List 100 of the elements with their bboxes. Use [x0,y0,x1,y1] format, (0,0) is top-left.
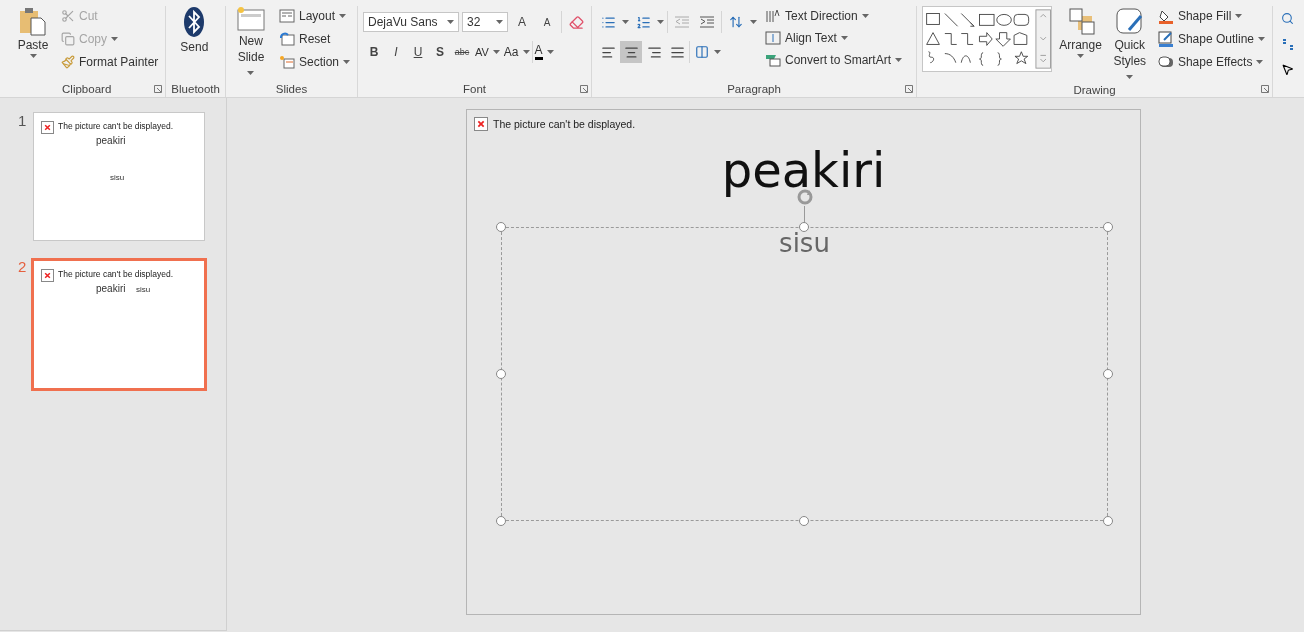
replace-icon[interactable] [1281,37,1295,51]
caret-icon [447,20,454,24]
caret-icon [1258,37,1265,41]
resize-handle[interactable] [1103,369,1113,379]
caret-icon [546,50,554,54]
convert-smartart-button[interactable]: Convert to SmartArt [763,50,905,70]
resize-handle[interactable] [799,222,809,232]
caret-icon [111,37,118,41]
broken-picture-icon [474,117,488,131]
smartart-icon [765,53,781,67]
layout-button[interactable]: Layout [276,6,352,26]
caret-icon [247,71,255,75]
paste-button[interactable]: Paste [13,6,53,58]
caret-icon [622,20,629,24]
caret-icon [343,60,350,64]
dialog-launcher-icon[interactable] [1261,85,1269,93]
copy-icon [61,32,75,46]
align-icon [623,44,639,60]
new-slide-button[interactable]: New Slide [230,6,271,78]
caret-icon [496,20,503,24]
resize-handle[interactable] [1103,222,1113,232]
layout-icon [278,9,295,23]
section-button[interactable]: Section [276,52,352,72]
eraser-icon [568,14,584,30]
resize-handle[interactable] [496,369,506,379]
change-case-button[interactable]: Aa [501,42,532,62]
slide-thumbnail[interactable]: The picture can't be displayed. peakiri sisu [33,112,205,241]
arrange-button[interactable]: Arrange [1057,6,1104,58]
picture-error-text: The picture can't be displayed. [493,118,636,130]
grow-font-button[interactable]: A [511,11,533,33]
align-icon [669,44,685,60]
caret-icon [750,20,757,24]
reset-icon [278,32,295,46]
thumbnail-subtitle: sisu [136,285,151,294]
slide-thumbnail[interactable]: The picture can't be displayed. peakiri sisu [31,258,207,391]
font-style-button[interactable]: B [363,41,385,63]
font-style-button[interactable]: I [385,41,407,63]
dialog-launcher-icon[interactable] [580,85,588,93]
caret-icon [522,50,530,54]
quick-styles-button[interactable]: Quick Styles [1109,6,1150,82]
font-size-field[interactable]: 32 [462,12,508,32]
slide-number: 2 [17,258,28,275]
dialog-launcher-icon[interactable] [905,85,913,93]
resize-handle[interactable] [496,516,506,526]
group-label: Slides [275,83,308,95]
shape-effects-button[interactable]: Shape Effects [1155,52,1267,72]
slide-title[interactable]: peakiri [467,142,1140,198]
slide-subtitle[interactable]: sisu [502,228,1107,258]
caret-icon [1126,75,1134,79]
paintbrush-icon [61,55,75,69]
caret-icon [1256,60,1264,64]
font-style-button[interactable]: abc [451,41,473,63]
columns-icon [695,45,709,59]
group-label: Paragraph [727,83,781,95]
font-name-field[interactable]: DejaVu Sans [363,12,459,32]
format-painter-button[interactable]: Format Painter [59,52,161,72]
send-button[interactable]: Send [171,6,218,54]
thumbnail-subtitle: sisu [110,173,125,182]
resize-handle[interactable] [799,516,809,526]
text-direction-icon [765,9,781,23]
character-spacing-button[interactable]: AV [473,42,502,62]
group-label: Drawing [1073,83,1116,96]
broken-picture-icon [41,269,54,282]
align-icon [600,44,616,60]
line-spacing-icon [729,15,743,29]
resize-handle[interactable] [496,222,506,232]
group-label: Clipboard [62,83,112,95]
caret-icon [1235,14,1243,18]
reset-button[interactable]: Reset [276,29,352,49]
caret-icon [657,20,664,24]
font-style-button[interactable]: S [429,41,451,63]
picture-error-text: The picture can't be displayed. [58,269,174,279]
quick-styles-icon [1114,6,1145,36]
shrink-font-button[interactable]: A [536,11,558,33]
caret-icon [1077,54,1084,58]
align-text-icon [765,31,781,45]
clipboard-icon [18,6,48,36]
dialog-launcher-icon[interactable] [154,85,163,93]
font-style-button[interactable]: U [407,41,429,63]
thumbnail-title: peakiri [96,135,126,146]
caret-icon [29,54,37,58]
pointer-icon[interactable] [1281,63,1294,76]
caret-icon [861,14,869,18]
font-color-button[interactable]: A [532,42,556,62]
caret-icon [714,50,721,54]
search-icon[interactable] [1281,12,1294,25]
shapes-gallery[interactable] [922,6,1052,72]
align-text-button[interactable]: Align Text [763,28,905,48]
caret-icon [492,50,500,54]
align-icon [646,44,662,60]
indent-icon [699,16,715,28]
group-label: Font [463,83,486,95]
shape-effects-icon [1157,54,1174,70]
thumbnail-title: peakiri [96,283,126,294]
new-slide-icon [235,6,266,32]
text-direction-button[interactable]: Text Direction [763,6,905,26]
shape-outline-button[interactable]: Shape Outline [1155,29,1267,49]
resize-handle[interactable] [1103,516,1113,526]
shape-fill-button[interactable]: Shape Fill [1155,6,1267,26]
scissors-icon [61,9,75,23]
